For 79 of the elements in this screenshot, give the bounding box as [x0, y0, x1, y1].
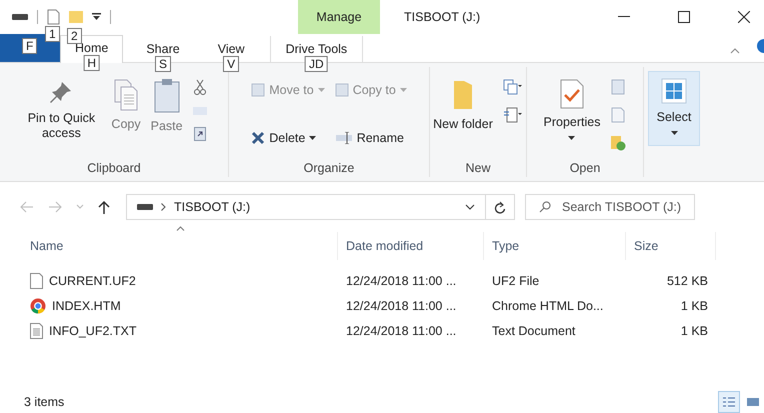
item-count: 3 items — [24, 395, 64, 409]
group-label: New — [465, 161, 490, 177]
maximize-icon[interactable] — [678, 11, 690, 23]
scissors-icon[interactable] — [194, 79, 206, 95]
minimize-icon[interactable] — [618, 16, 630, 18]
delete-icon — [251, 131, 266, 145]
group-label: Clipboard — [87, 161, 141, 177]
column-header[interactable]: Type — [484, 232, 626, 260]
refresh-button[interactable] — [485, 194, 515, 220]
table-cell-text: 1 KB — [680, 298, 709, 312]
browser-icon — [30, 298, 46, 314]
tiles-view-icon — [746, 396, 760, 408]
table-cell-text: UF2 File — [491, 274, 540, 288]
table-cell-text: Text Document — [491, 324, 576, 338]
new-item-icon[interactable] — [502, 79, 523, 95]
refresh-icon — [494, 200, 506, 214]
ribbon-button[interactable]: Rename — [334, 131, 407, 145]
keytip: H — [83, 55, 100, 71]
caret-icon — [400, 88, 407, 92]
back-arrow-icon[interactable] — [20, 201, 34, 213]
ribbon-button[interactable]: Properties — [544, 79, 600, 140]
drive-icon — [137, 204, 153, 210]
table-cell-text: 12/24/2018 11:00 ... — [345, 298, 458, 312]
keytip: 1 — [45, 26, 60, 42]
edit-document-icon[interactable] — [611, 107, 626, 123]
dropdown-caret-icon[interactable] — [465, 204, 475, 210]
collapse-ribbon-icon[interactable] — [730, 48, 740, 54]
caret-icon — [309, 136, 316, 140]
file-name[interactable]: CURRENT.UF2 — [49, 274, 136, 288]
group-label: Organize — [304, 161, 354, 177]
grid-icon — [661, 78, 687, 104]
table-cell-text: 512 KB — [666, 274, 709, 288]
folder-icon — [452, 79, 474, 111]
group-label: Open — [570, 161, 600, 177]
rename-icon — [334, 132, 353, 144]
table-cell-text: 1 KB — [680, 324, 709, 338]
keytip: V — [223, 56, 240, 72]
caret-icon — [670, 131, 678, 135]
paste-shortcut-icon[interactable] — [194, 127, 206, 141]
window-title: TISBOOT (J:) — [404, 10, 480, 24]
easy-access-icon[interactable] — [502, 107, 523, 123]
details-view-icon — [722, 396, 736, 408]
details-view-button[interactable] — [718, 391, 740, 413]
keytip: S — [155, 56, 172, 72]
text-file-icon — [30, 322, 43, 338]
keytip: 2 — [67, 28, 82, 44]
keytip: F — [22, 38, 38, 54]
address-bar[interactable]: TISBOOT (J:) — [126, 194, 486, 220]
ribbon-button[interactable]: Delete — [251, 131, 325, 145]
ribbon-button[interactable]: Pin to Quick access — [21, 79, 102, 141]
breadcrumb-chevron-icon — [161, 203, 166, 211]
properties-icon — [560, 79, 584, 109]
file-name[interactable]: INDEX.HTM — [52, 298, 121, 312]
breadcrumb-item[interactable]: TISBOOT (J:) — [174, 200, 250, 214]
copy-icon — [113, 79, 140, 111]
table-cell-text: 12/24/2018 11:00 ... — [345, 324, 458, 338]
up-arrow-icon[interactable] — [98, 200, 110, 214]
caret-icon — [318, 88, 325, 92]
table-cell-text: 12/24/2018 11:00 ... — [345, 274, 458, 288]
close-icon[interactable] — [738, 11, 750, 23]
recent-caret-icon[interactable] — [76, 204, 84, 210]
customize-arrow-icon[interactable] — [92, 13, 101, 21]
file-icon — [30, 272, 43, 288]
file-name[interactable]: INFO_UF2.TXT — [49, 324, 137, 338]
forward-arrow-icon[interactable] — [48, 201, 62, 213]
manage-context-header: Manage — [298, 0, 380, 34]
column-header[interactable]: Date modified — [338, 232, 484, 260]
clipboard-icon — [154, 79, 180, 113]
column-header[interactable]: Name — [0, 232, 338, 260]
history-icon[interactable] — [610, 135, 626, 151]
column-header[interactable]: Size — [626, 232, 716, 260]
caret-icon — [568, 136, 576, 140]
table-cell-text: Chrome HTML Do... — [491, 298, 604, 312]
search-icon — [539, 201, 551, 213]
search-field[interactable]: Search TISBOOT (J:) — [525, 194, 695, 220]
ribbon-button[interactable]: New folder — [433, 79, 493, 132]
keytip: JD — [305, 56, 328, 72]
document-icon[interactable] — [47, 9, 60, 25]
ribbon-button[interactable]: Select — [648, 71, 700, 146]
